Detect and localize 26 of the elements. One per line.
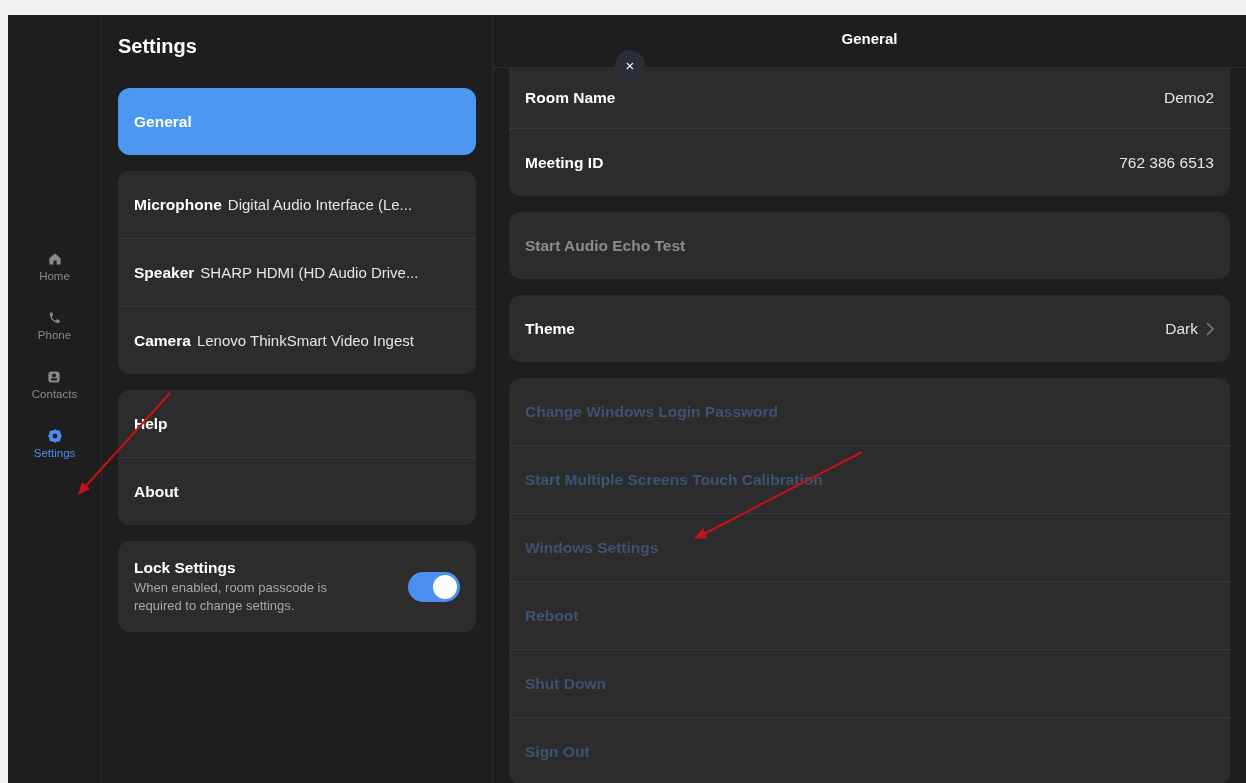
menu-item[interactable]: About <box>118 457 476 525</box>
nav-item[interactable]: Settings <box>33 428 76 459</box>
chevron-icon <box>1206 321 1214 336</box>
row-label[interactable]: Theme <box>525 319 1166 338</box>
lock-title: Lock Settings <box>134 559 237 577</box>
row-value: 762 386 6513 <box>1119 153 1214 172</box>
menu-item[interactable]: Microphone Digital Audio Interface (Le... <box>118 171 476 238</box>
nav-item[interactable]: Contacts <box>31 369 78 400</box>
nav-item[interactable]: Phone <box>37 310 72 341</box>
lock-toggle[interactable] <box>408 571 460 602</box>
settings-icon <box>46 428 63 444</box>
close-button[interactable]: × <box>615 50 645 80</box>
row-value: Dark <box>1165 319 1198 338</box>
action-item[interactable]: Start Audio Echo Test <box>525 236 1214 255</box>
nav-item[interactable]: Home <box>39 251 70 282</box>
lock-description: When enabled, room passcode is required to change settings. <box>134 579 328 615</box>
row-label: Meeting ID <box>525 153 605 172</box>
menu-item[interactable]: Camera Lenovo ThinkSmart Video Ingest <box>118 306 476 374</box>
contacts-icon <box>46 369 63 385</box>
menu-item[interactable]: General <box>118 88 476 155</box>
home-icon <box>46 251 63 267</box>
settings-title: Settings <box>118 35 198 59</box>
panel-title: General <box>841 29 898 47</box>
row-value: Demo2 <box>1164 89 1214 107</box>
menu-item[interactable]: Speaker SHARP HDMI (HD Audio Drive... <box>118 238 476 306</box>
row-label: Room Name <box>525 89 617 107</box>
